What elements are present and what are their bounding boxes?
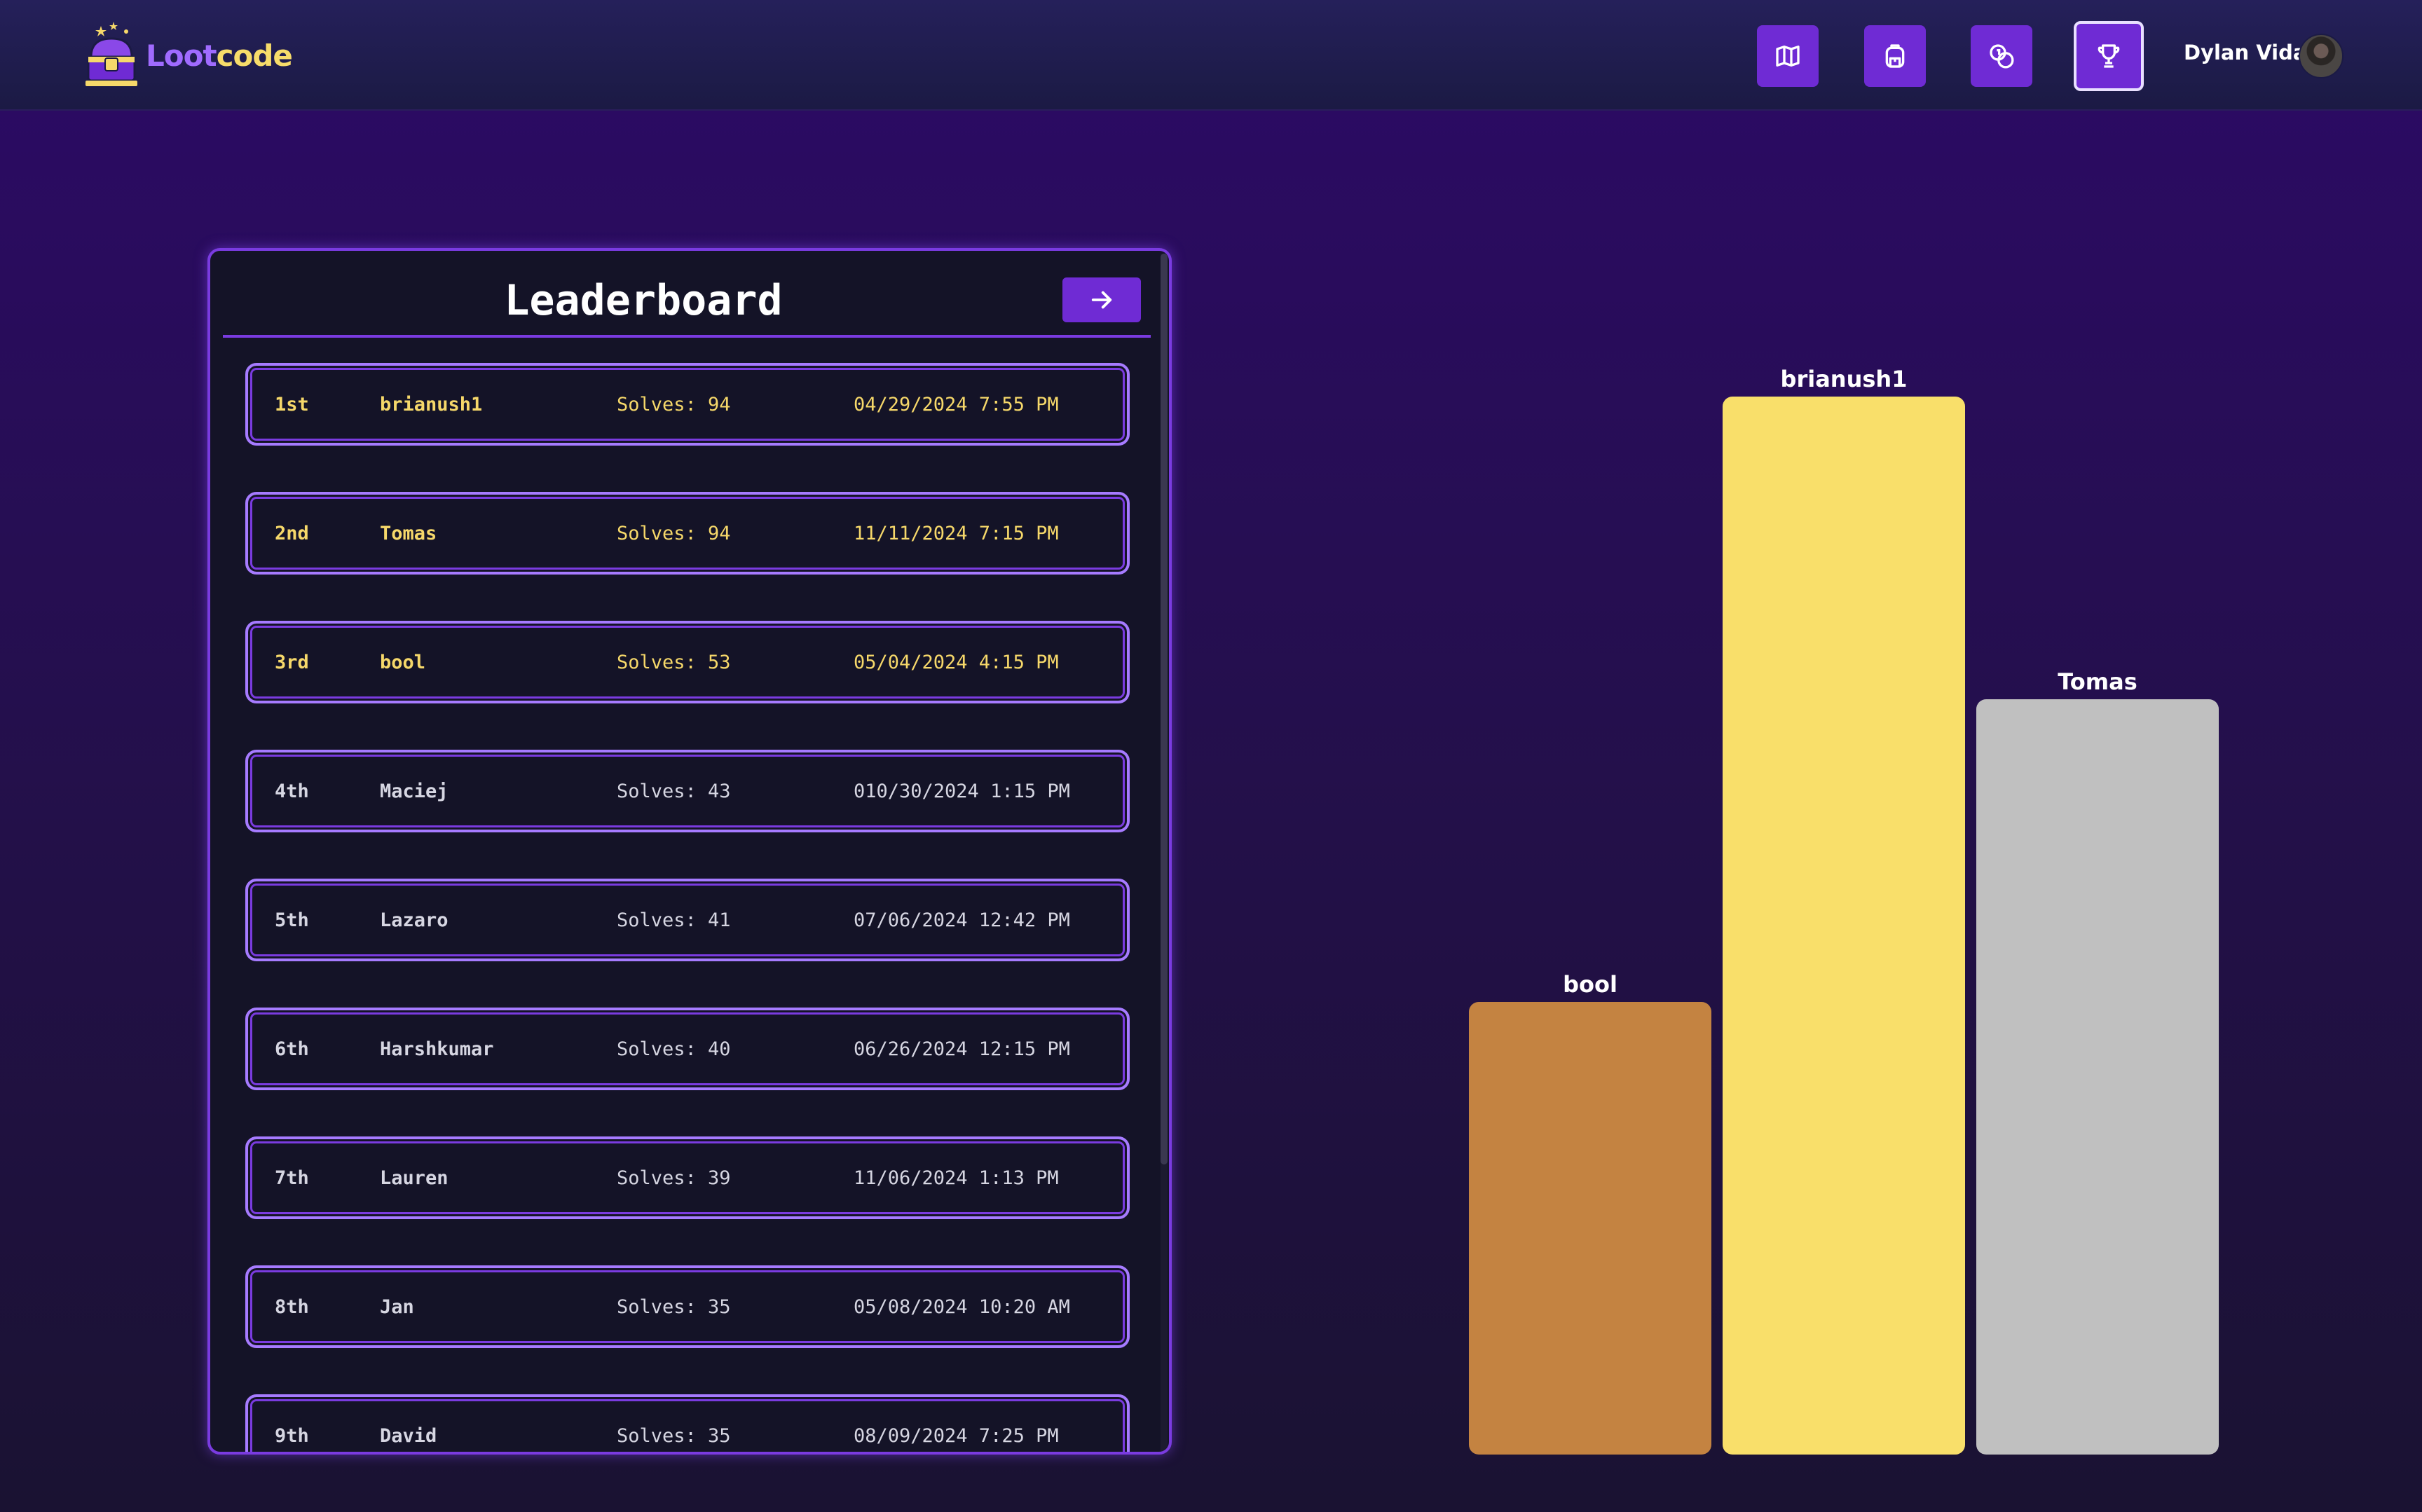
player-name: Maciej [380,781,449,802]
last-solve-date: 010/30/2024 1:15 PM [854,781,1070,802]
solve-count: Solves: 41 [617,909,731,931]
podium-first-bar [1723,397,1965,1455]
leaderboard-button[interactable] [2074,21,2144,91]
rank: 6th [275,1038,309,1060]
avatar[interactable] [2299,34,2344,78]
leaderboard-panel: Leaderboard 1st brianush1 Solves: 94 04/… [207,248,1172,1455]
solve-count: Solves: 53 [617,652,731,673]
last-solve-date: 11/11/2024 7:15 PM [854,523,1059,544]
player-name: Tomas [380,523,437,544]
solve-count: Solves: 35 [617,1425,731,1447]
logo[interactable]: Lootcode [81,14,293,97]
map-icon [1776,46,1800,67]
solve-count: Solves: 39 [617,1167,731,1189]
solve-count: Solves: 43 [617,781,731,802]
rank: 8th [275,1296,309,1318]
leaderboard-row[interactable]: 8th Jan Solves: 35 05/08/2024 10:20 AM [245,1265,1130,1348]
leaderboard-row[interactable]: 6th Harshkumar Solves: 40 06/26/2024 12:… [245,1008,1130,1090]
podium-third-bar [1469,1002,1711,1455]
solve-count: Solves: 35 [617,1296,731,1318]
player-name: David [380,1425,437,1447]
rank: 7th [275,1167,309,1189]
coins-icon [1990,44,2014,69]
rank: 9th [275,1425,309,1447]
player-name: bool [380,652,426,673]
top-navbar: Lootcode Dylan Vidal [0,0,2422,111]
leaderboard-row[interactable]: 2nd Tomas Solves: 94 11/11/2024 7:15 PM [245,492,1130,575]
leaderboard-row[interactable]: 4th Maciej Solves: 43 010/30/2024 1:15 P… [245,750,1130,832]
logo-text-loot: Loot [146,38,217,73]
rank: 2nd [275,523,309,544]
last-solve-date: 06/26/2024 12:15 PM [854,1038,1070,1060]
rank: 1st [275,394,309,415]
leaderboard-row[interactable]: 3rd bool Solves: 53 05/04/2024 4:15 PM [245,621,1130,703]
treasure-chest-icon [85,22,137,86]
last-solve-date: 11/06/2024 1:13 PM [854,1167,1059,1189]
last-solve-date: 05/04/2024 4:15 PM [854,652,1059,673]
solve-count: Solves: 94 [617,523,731,544]
last-solve-date: 08/09/2024 7:25 PM [854,1425,1059,1447]
solve-count: Solves: 40 [617,1038,731,1060]
backpack-icon [1885,44,1905,68]
podium-second-bar [1976,699,2219,1455]
podium-second-label: Tomas [2058,668,2137,695]
scrollbar-thumb[interactable] [1161,254,1168,1164]
last-solve-date: 04/29/2024 7:55 PM [854,394,1059,415]
coins-button[interactable] [1971,25,2032,87]
last-solve-date: 07/06/2024 12:42 PM [854,909,1070,931]
title-divider [223,335,1151,338]
rank: 3rd [275,652,309,673]
podium-first-label: brianush1 [1780,366,1908,392]
rank: 5th [275,909,309,931]
next-page-button[interactable] [1062,277,1141,322]
map-button[interactable] [1757,25,1819,87]
rank: 4th [275,781,309,802]
user-name[interactable]: Dylan Vidal [2184,41,2313,64]
player-name: Lazaro [380,909,449,931]
player-name: Harshkumar [380,1038,494,1060]
solve-count: Solves: 94 [617,394,731,415]
player-name: Lauren [380,1167,449,1189]
arrow-right-icon [1091,291,1112,309]
trophy-icon [2098,44,2120,68]
leaderboard-row[interactable]: 9th David Solves: 35 08/09/2024 7:25 PM [245,1394,1130,1452]
leaderboard-title: Leaderboard [504,276,783,325]
logo-text-code: code [216,38,293,73]
leaderboard-row[interactable]: 5th Lazaro Solves: 41 07/06/2024 12:42 P… [245,879,1130,961]
leaderboard-row[interactable]: 1st brianush1 Solves: 94 04/29/2024 7:55… [245,363,1130,446]
player-name: brianush1 [380,394,483,415]
last-solve-date: 05/08/2024 10:20 AM [854,1296,1070,1318]
leaderboard-row[interactable]: 7th Lauren Solves: 39 11/06/2024 1:13 PM [245,1136,1130,1219]
player-name: Jan [380,1296,414,1318]
podium-third-label: bool [1563,971,1617,998]
inventory-button[interactable] [1864,25,1926,87]
